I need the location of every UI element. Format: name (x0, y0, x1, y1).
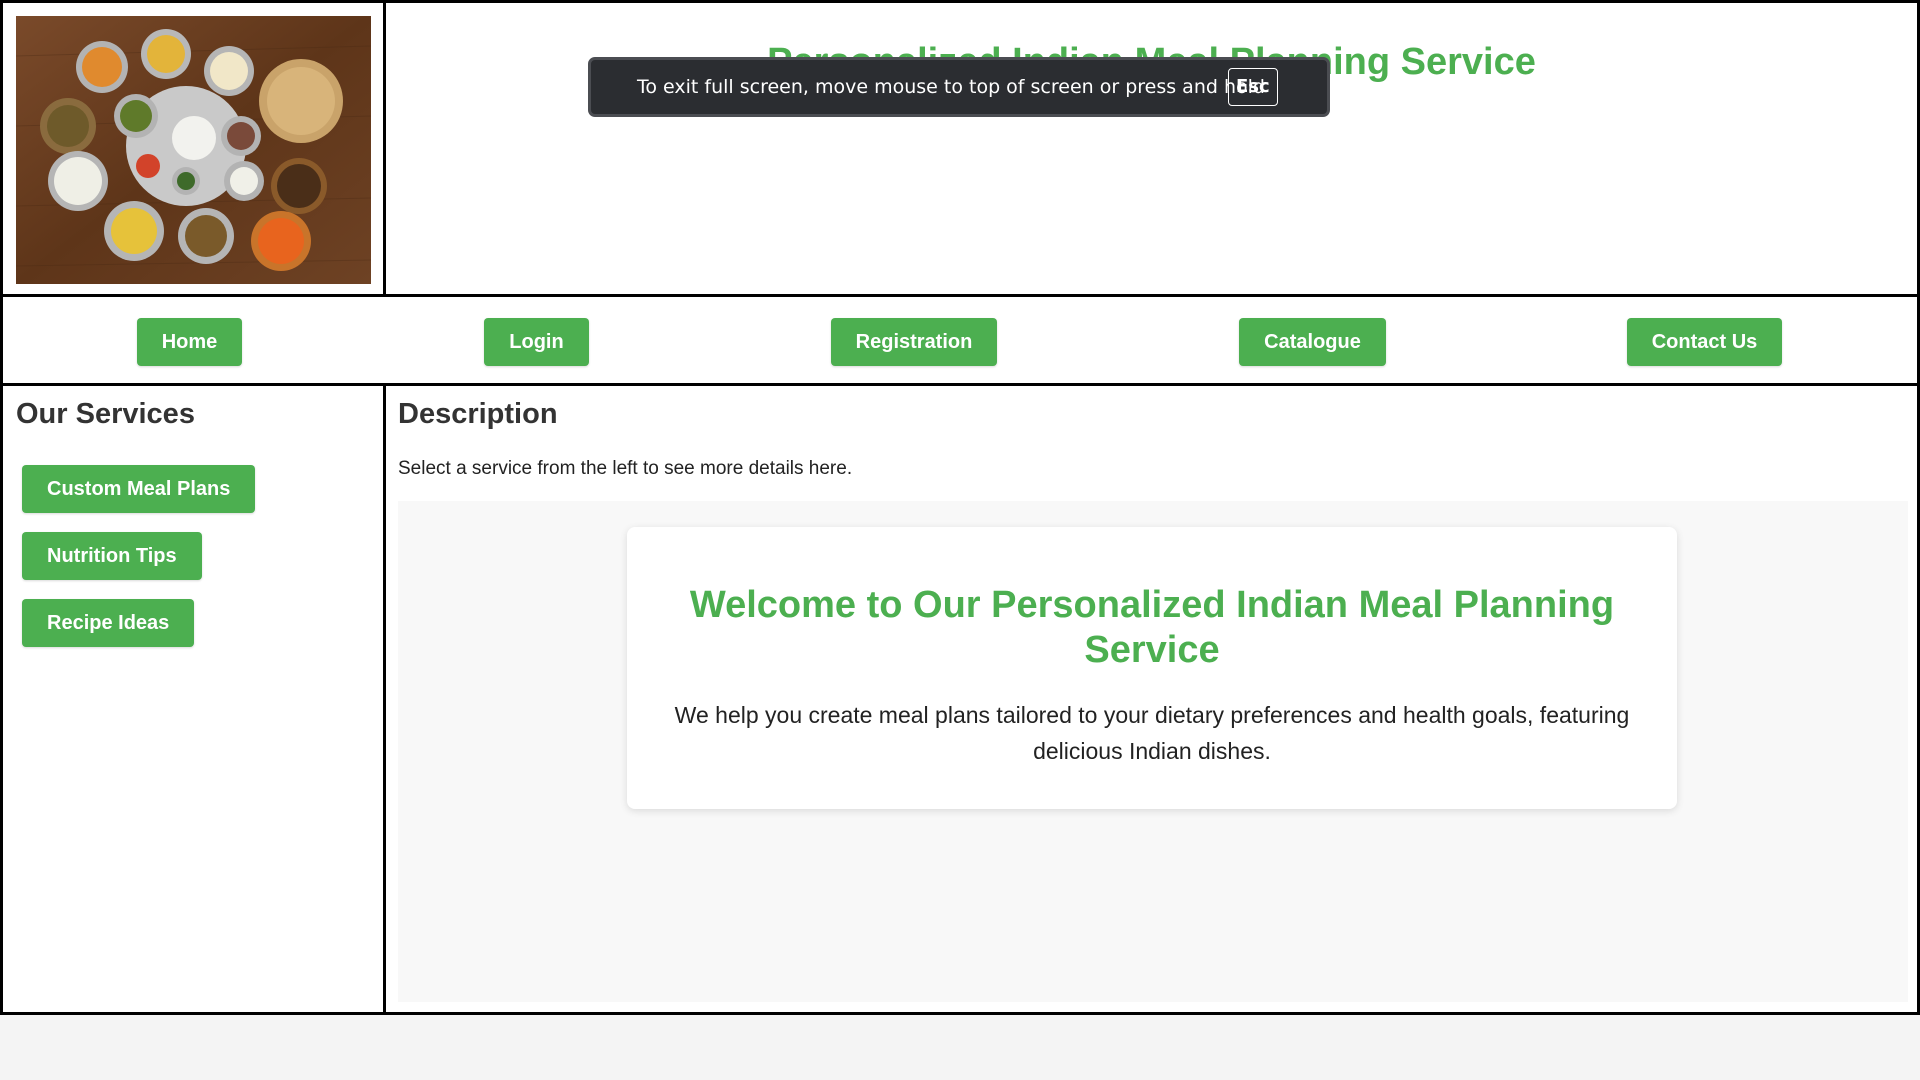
service-recipe-ideas-button[interactable]: Recipe Ideas (22, 599, 195, 647)
esc-key-badge: Esc (1228, 68, 1278, 106)
description-panel: Description Select a service from the le… (383, 383, 1920, 1015)
service-custom-meal-plans-button[interactable]: Custom Meal Plans (22, 465, 256, 513)
fullscreen-notice-message: To exit full screen, move mouse to top o… (637, 76, 1265, 98)
welcome-card: Welcome to Our Personalized Indian Meal … (627, 527, 1677, 809)
food-photo-graphic (16, 16, 371, 284)
nav-contact-us-button[interactable]: Contact Us (1627, 318, 1782, 366)
description-heading: Description (398, 398, 558, 430)
header-title-cell: Personalized Indian Meal Planning Servic… (383, 0, 1920, 297)
fullscreen-exit-notice: To exit full screen, move mouse to top o… (588, 57, 1330, 117)
service-details-area: Welcome to Our Personalized Indian Meal … (398, 501, 1908, 1002)
main-navigation: Home Login Registration Catalogue Contac… (0, 294, 1920, 386)
nav-catalogue-button[interactable]: Catalogue (1239, 318, 1386, 366)
description-instructions: Select a service from the left to see mo… (398, 458, 853, 479)
nav-login-button[interactable]: Login (484, 318, 589, 366)
services-heading: Our Services (16, 398, 195, 430)
nav-home-button[interactable]: Home (137, 318, 242, 366)
indian-thali-food-photo (16, 16, 371, 284)
service-nutrition-tips-button[interactable]: Nutrition Tips (22, 532, 202, 580)
welcome-title: Welcome to Our Personalized Indian Meal … (689, 584, 1615, 671)
nav-registration-button[interactable]: Registration (831, 318, 997, 366)
services-sidebar: Our Services Custom Meal Plans Nutrition… (0, 383, 386, 1015)
welcome-text: We help you create meal plans tailored t… (674, 702, 1630, 764)
header-logo-cell (0, 0, 386, 297)
page: Personalized Indian Meal Planning Servic… (0, 0, 1920, 1015)
